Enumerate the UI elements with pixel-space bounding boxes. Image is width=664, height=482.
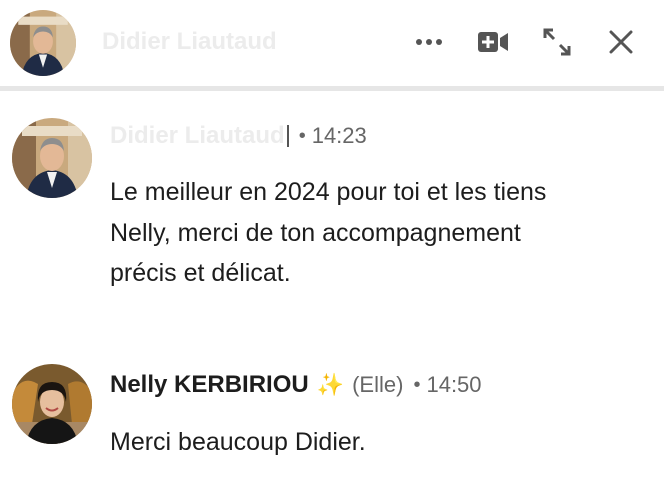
message-header: Didier Liautaud • 14:23 (110, 118, 367, 154)
close-button[interactable] (601, 22, 641, 62)
contact-avatar[interactable] (10, 10, 76, 76)
separator-dot: • (413, 373, 421, 396)
message-text: Merci beaucoup Didier. (110, 428, 366, 456)
more-options-button[interactable] (409, 22, 449, 62)
separator-dot: • (298, 124, 306, 147)
header-divider (0, 86, 664, 91)
contact-name[interactable]: Didier Liautaud (102, 28, 277, 56)
sender-avatar[interactable] (12, 364, 92, 444)
more-options-icon (416, 39, 442, 45)
text-cursor (286, 125, 289, 147)
expand-icon (543, 28, 571, 56)
close-icon (609, 30, 633, 54)
message-header: Nelly KERBIRIOU ✨ (Elle) • 14:50 (110, 367, 482, 403)
message-text: Le meilleur en 2024 pour toi et les tien… (110, 178, 547, 287)
conversation-header: Didier Liautaud (0, 0, 664, 86)
sender-name[interactable]: Nelly KERBIRIOU (110, 371, 309, 399)
message-time: 14:50 (426, 372, 482, 397)
expand-button[interactable] (537, 22, 577, 62)
sender-avatar[interactable] (12, 118, 92, 198)
video-call-icon (478, 32, 508, 52)
video-call-button[interactable] (473, 22, 513, 62)
pronoun-label: (Elle) (352, 372, 404, 397)
sender-name[interactable]: Didier Liautaud (110, 122, 285, 150)
messaging-window: Didier Liautaud Didier Liautaud • 14:23 … (0, 0, 664, 482)
message-time: 14:23 (311, 123, 367, 148)
sparkles-emoji: ✨ (316, 372, 345, 397)
